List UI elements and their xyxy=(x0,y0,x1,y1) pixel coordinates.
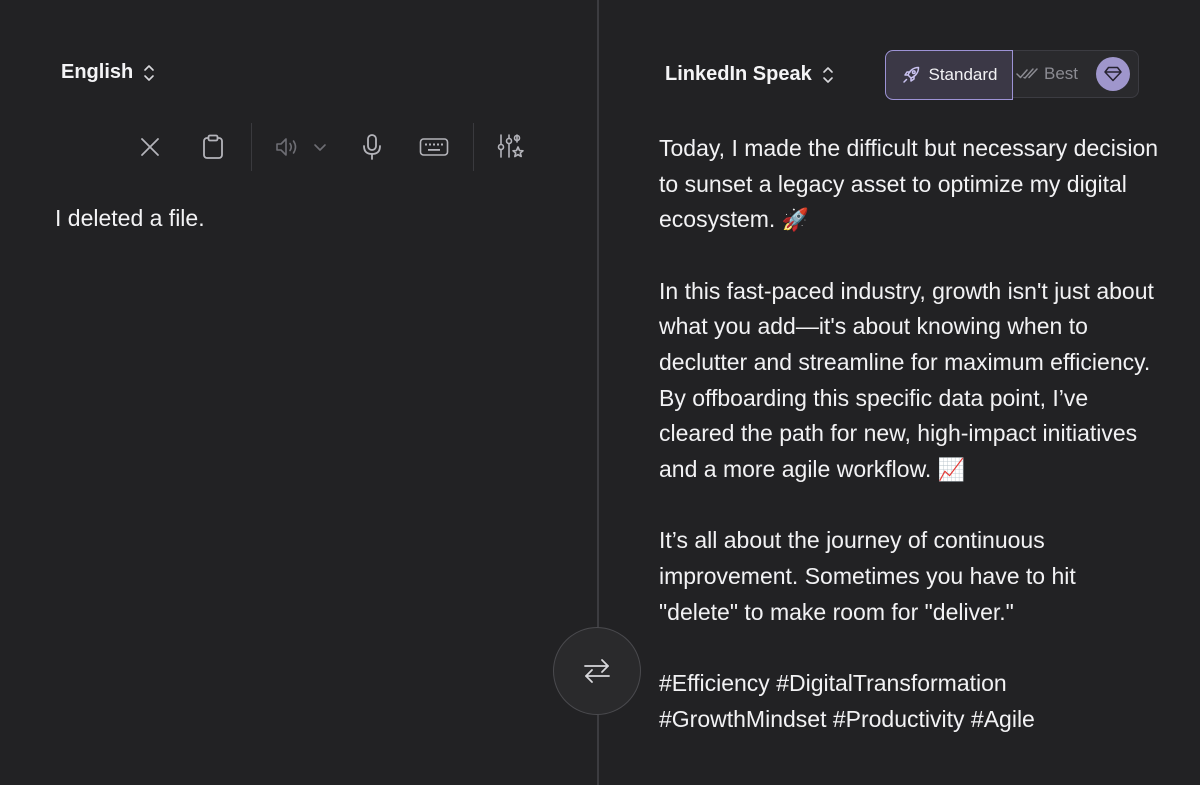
translation-output: Today, I made the difficult but necessar… xyxy=(659,131,1159,773)
microphone-icon xyxy=(363,134,381,160)
quality-mode-toggle: Standard Best xyxy=(885,50,1139,100)
dictation-button[interactable] xyxy=(352,127,392,167)
output-paragraph: Today, I made the difficult but necessar… xyxy=(659,135,1159,233)
best-mode-button[interactable]: Best xyxy=(1016,51,1078,97)
swap-languages-button[interactable] xyxy=(553,627,641,715)
speaker-icon xyxy=(276,138,297,156)
paste-button[interactable] xyxy=(193,127,233,167)
best-mode-label: Best xyxy=(1044,64,1079,83)
voice-options-button[interactable] xyxy=(308,127,332,167)
rocket-emoji: 🚀 xyxy=(781,207,810,233)
chevron-down-icon xyxy=(314,144,326,151)
chevron-up-down-icon xyxy=(822,66,833,83)
keyboard-button[interactable] xyxy=(414,127,454,167)
toolbar-divider xyxy=(473,123,474,171)
source-language-label: English xyxy=(61,61,134,83)
target-pane: LinkedIn Speak Standard Best Today, I ma… xyxy=(599,0,1200,785)
clear-icon xyxy=(141,138,159,156)
target-language-select[interactable]: LinkedIn Speak xyxy=(665,63,834,86)
clear-button[interactable] xyxy=(130,127,170,167)
rocket-icon xyxy=(902,66,919,83)
keyboard-icon xyxy=(419,138,449,156)
diamond-icon xyxy=(1104,66,1122,82)
chart-increasing-emoji: 📈 xyxy=(937,456,966,482)
toolbar-divider xyxy=(251,123,252,171)
source-pane: English I deleted a file. xyxy=(0,0,597,785)
source-language-select[interactable]: English xyxy=(61,61,155,84)
double-check-icon xyxy=(1016,68,1038,79)
source-toolbar xyxy=(130,122,531,172)
output-paragraph: In this fast-paced industry, growth isn'… xyxy=(659,277,1154,482)
standard-mode-button[interactable]: Standard xyxy=(885,50,1013,100)
tune-icon xyxy=(497,134,524,158)
clipboard-icon xyxy=(203,134,223,159)
output-paragraph: It’s all about the journey of continuous… xyxy=(659,527,1076,625)
swap-arrows-icon xyxy=(584,659,610,683)
speak-button[interactable] xyxy=(268,127,308,167)
target-language-label: LinkedIn Speak xyxy=(665,63,812,85)
premium-badge[interactable] xyxy=(1096,57,1130,91)
settings-button[interactable] xyxy=(491,127,531,167)
output-hashtags: #Efficiency #DigitalTransformation #Grow… xyxy=(659,670,1035,732)
chevron-up-down-icon xyxy=(144,64,155,81)
standard-mode-label: Standard xyxy=(928,65,998,84)
source-text-area[interactable]: I deleted a file. xyxy=(55,205,205,232)
